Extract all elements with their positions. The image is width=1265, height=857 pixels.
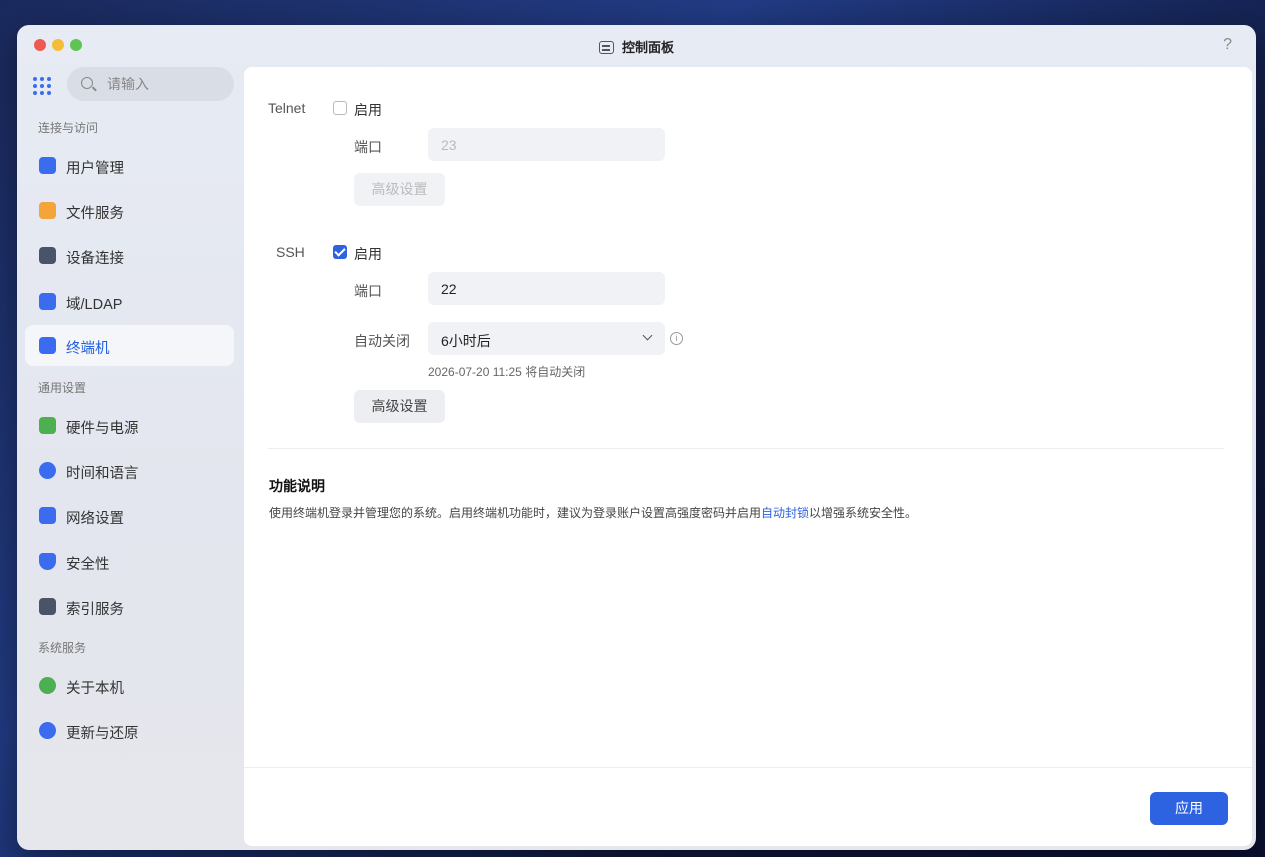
auto-close-label: 自动关闭 <box>354 333 410 349</box>
title-bar: 控制面板 ? <box>17 25 1256 67</box>
control-panel-window: 控制面板 ? 连接与访问 用户管理 文件服务 设备连接 域/LDAP <box>17 25 1256 850</box>
description-text-before: 使用终端机登录并管理您的系统。启用终端机功能时，建议为登录账户设置高强度密码并启… <box>269 506 762 520</box>
folder-icon <box>39 202 56 219</box>
sidebar-item-hardware-power[interactable]: 硬件与电源 <box>25 405 234 446</box>
power-icon <box>39 417 56 434</box>
sidebar-item-network[interactable]: 网络设置 <box>25 495 234 536</box>
window-title-text: 控制面板 <box>621 40 674 55</box>
sidebar-item-label: 关于本机 <box>66 681 124 697</box>
section-label-connection: 连接与访问 <box>38 121 99 135</box>
telnet-enable-checkbox[interactable] <box>333 101 347 115</box>
sidebar-item-label: 硬件与电源 <box>66 421 139 437</box>
shield-icon <box>39 553 56 570</box>
sidebar-item-label: 设备连接 <box>66 251 124 267</box>
description-text-after: 以增强系统安全性。 <box>809 506 918 520</box>
telnet-port-input[interactable]: 23 <box>428 128 665 161</box>
main-content: Telnet 启用 端口 23 高级设置 SSH 启用 端口 22 自动关闭 6… <box>244 67 1252 846</box>
apply-button[interactable]: 应用 <box>1150 792 1228 825</box>
ldap-icon <box>39 293 56 310</box>
auto-close-select[interactable]: 6小时后 <box>428 322 665 355</box>
sidebar-item-ldap[interactable]: 域/LDAP <box>25 281 234 322</box>
section-divider <box>268 448 1224 449</box>
auto-close-value: 6小时后 <box>441 333 491 349</box>
search-icon <box>81 77 93 89</box>
telnet-label: Telnet <box>268 100 306 116</box>
ssh-label: SSH <box>276 244 305 260</box>
sidebar-item-label: 终端机 <box>66 341 110 357</box>
index-icon <box>39 598 56 615</box>
footer-divider <box>244 767 1252 768</box>
telnet-port-label: 端口 <box>354 139 382 155</box>
sidebar: 连接与访问 用户管理 文件服务 设备连接 域/LDAP 终端机 通用设置 硬件与… <box>17 67 244 850</box>
sidebar-item-security[interactable]: 安全性 <box>25 541 234 582</box>
update-icon <box>39 722 56 739</box>
sidebar-item-label: 文件服务 <box>66 206 124 222</box>
search-box[interactable] <box>67 67 234 101</box>
sidebar-item-file-services[interactable]: 文件服务 <box>25 190 234 231</box>
auto-close-note: 2026-07-20 11:25 将自动关闭 <box>428 365 586 379</box>
sidebar-item-label: 索引服务 <box>66 602 124 618</box>
sidebar-item-device-connection[interactable]: 设备连接 <box>25 235 234 276</box>
device-icon <box>39 247 56 264</box>
info-icon[interactable]: i <box>670 332 683 345</box>
network-icon <box>39 507 56 524</box>
section-label-system: 系统服务 <box>38 641 87 655</box>
control-panel-icon <box>598 41 614 54</box>
chevron-down-icon <box>642 330 653 341</box>
sidebar-item-label: 网络设置 <box>66 511 124 527</box>
telnet-enable-label: 启用 <box>354 102 382 118</box>
section-label-general: 通用设置 <box>38 381 87 395</box>
sidebar-item-time-language[interactable]: 时间和语言 <box>25 450 234 491</box>
terminal-icon <box>39 337 56 354</box>
ssh-port-input[interactable]: 22 <box>428 272 665 305</box>
description-title: 功能说明 <box>269 478 325 494</box>
info-icon <box>39 677 56 694</box>
sidebar-item-label: 安全性 <box>66 557 110 573</box>
sidebar-item-label: 更新与还原 <box>66 726 139 742</box>
search-input[interactable] <box>107 74 222 94</box>
ssh-enable-label: 启用 <box>354 246 382 262</box>
sidebar-item-index[interactable]: 索引服务 <box>25 586 234 627</box>
sidebar-item-label: 时间和语言 <box>66 466 139 482</box>
sidebar-item-label: 域/LDAP <box>66 297 123 313</box>
help-button[interactable]: ? <box>1223 36 1232 54</box>
telnet-advanced-button[interactable]: 高级设置 <box>354 173 445 206</box>
window-title: 控制面板 <box>17 37 1256 56</box>
sidebar-item-about[interactable]: 关于本机 <box>25 665 234 706</box>
ssh-port-label: 端口 <box>354 283 382 299</box>
sidebar-item-users[interactable]: 用户管理 <box>25 145 234 186</box>
apps-grid-icon[interactable] <box>33 77 51 95</box>
sidebar-item-label: 用户管理 <box>66 161 124 177</box>
description-text: 使用终端机登录并管理您的系统。启用终端机功能时，建议为登录账户设置高强度密码并启… <box>269 504 917 521</box>
auto-block-link[interactable]: 自动封锁 <box>761 506 809 520</box>
globe-icon <box>39 462 56 479</box>
sidebar-item-update-restore[interactable]: 更新与还原 <box>25 710 234 751</box>
ssh-enable-checkbox[interactable] <box>333 245 347 259</box>
user-icon <box>39 157 56 174</box>
ssh-advanced-button[interactable]: 高级设置 <box>354 390 445 423</box>
sidebar-item-terminal[interactable]: 终端机 <box>25 325 234 366</box>
